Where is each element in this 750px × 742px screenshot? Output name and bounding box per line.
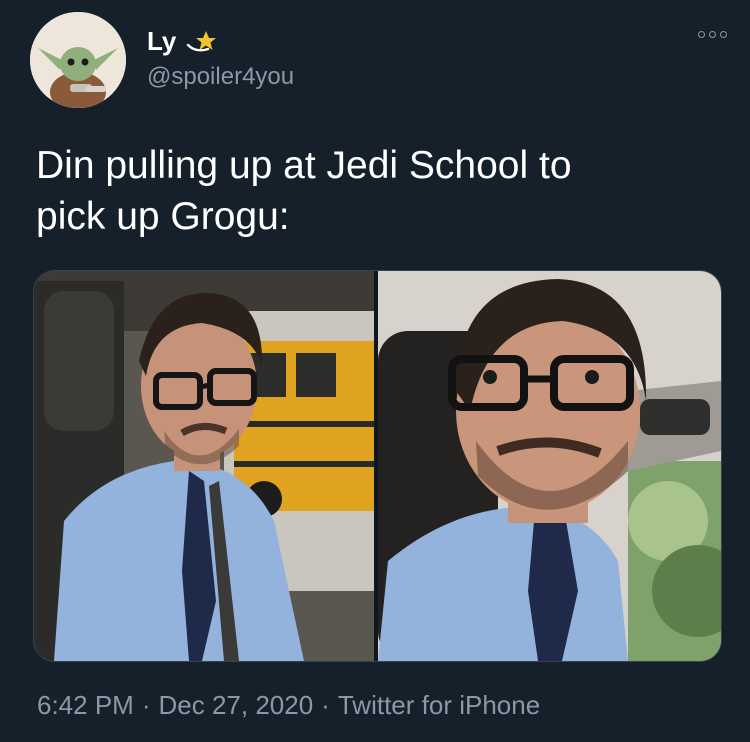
baby-yoda-avatar-icon [30, 12, 126, 108]
tweet-card[interactable]: Ly @spoiler4you Din pulling up at Jedi S… [0, 0, 750, 742]
author-display-name[interactable]: Ly [147, 26, 218, 57]
more-options-icon[interactable] [698, 28, 734, 40]
tweet-source[interactable]: Twitter for iPhone [338, 690, 540, 721]
media-image-left[interactable] [34, 271, 374, 661]
meta-separator: · [321, 690, 330, 720]
shooting-star-icon [187, 30, 217, 52]
tweet-media[interactable] [33, 270, 722, 662]
tweet-time[interactable]: 6:42 PM [37, 690, 134, 721]
media-image-right[interactable] [378, 271, 721, 661]
tweet-date[interactable]: Dec 27, 2020 [159, 690, 314, 721]
author-handle[interactable]: @spoiler4you [147, 63, 294, 91]
tweet-metadata: 6:42 PM · Dec 27, 2020 · Twitter for iPh… [37, 690, 540, 721]
tweet-text: Din pulling up at Jedi School to pick up… [36, 140, 726, 242]
display-name-text[interactable]: Ly [147, 26, 176, 57]
tweet-text-line-2: pick up Grogu: [36, 195, 290, 238]
tweet-text-line-1: Din pulling up at Jedi School to [36, 144, 572, 187]
author-avatar[interactable] [30, 12, 126, 108]
meta-separator: · [141, 690, 151, 720]
